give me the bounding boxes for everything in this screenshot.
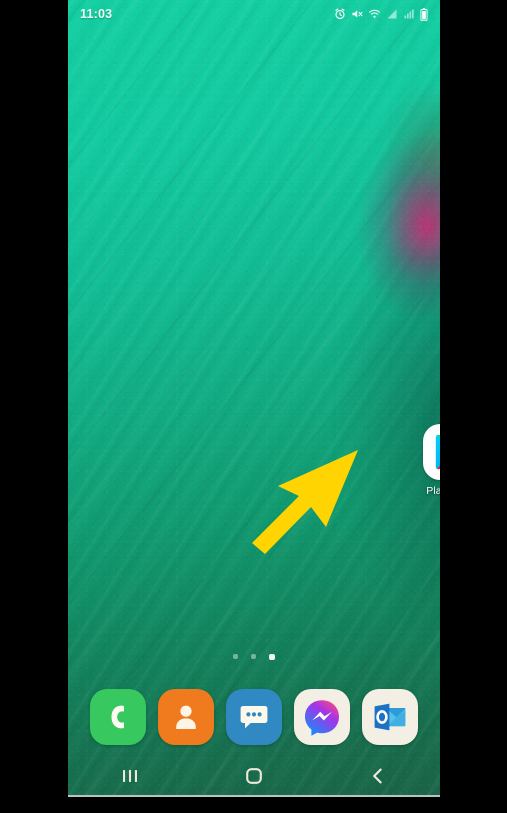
back-chevron-icon	[373, 768, 382, 784]
recents-bars-icon	[123, 770, 137, 782]
dock-item-outlook[interactable]	[362, 689, 418, 745]
page-indicator[interactable]	[68, 654, 440, 660]
message-bubble-icon	[240, 706, 268, 729]
signal-bars-secondary-icon	[404, 9, 414, 19]
dock-item-phone[interactable]	[90, 689, 146, 745]
dock-item-messages[interactable]	[226, 689, 282, 745]
nav-home-button[interactable]	[227, 759, 281, 793]
dock-bar	[68, 686, 440, 748]
sound-mute-icon	[352, 10, 363, 18]
battery-icon	[420, 7, 428, 21]
play-store-icon-tile[interactable]	[423, 424, 440, 480]
outlook-envelope-icon	[374, 703, 406, 731]
phone-icon	[111, 705, 124, 729]
messenger-bolt-icon	[305, 700, 339, 736]
navigation-bar	[68, 755, 440, 797]
page-dot-2[interactable]	[251, 654, 256, 659]
page-dot-3[interactable]	[269, 654, 275, 660]
dock-item-messenger[interactable]	[294, 689, 350, 745]
alarm-icon	[335, 8, 345, 20]
status-icon-tray	[334, 7, 428, 21]
status-bar: 11:03	[68, 0, 440, 28]
nav-recents-button[interactable]	[103, 759, 157, 793]
status-time: 11:03	[80, 7, 113, 21]
signal-bars-icon	[387, 9, 397, 19]
device-frame: 11:03 Pla	[0, 0, 507, 813]
navigation-underline	[68, 795, 440, 797]
google-play-icon	[435, 434, 440, 470]
app-label-play-store: Play Store	[426, 485, 440, 497]
phone-screen: 11:03 Pla	[68, 0, 440, 797]
contacts-person-icon	[176, 705, 196, 729]
nav-back-button[interactable]	[351, 759, 405, 793]
page-dot-1[interactable]	[233, 654, 238, 659]
wifi-icon	[369, 9, 380, 18]
home-square-icon	[246, 768, 262, 784]
app-icon-play-store[interactable]: Play Store	[420, 424, 440, 497]
dock-item-contacts[interactable]	[158, 689, 214, 745]
wallpaper-grain	[68, 0, 440, 797]
